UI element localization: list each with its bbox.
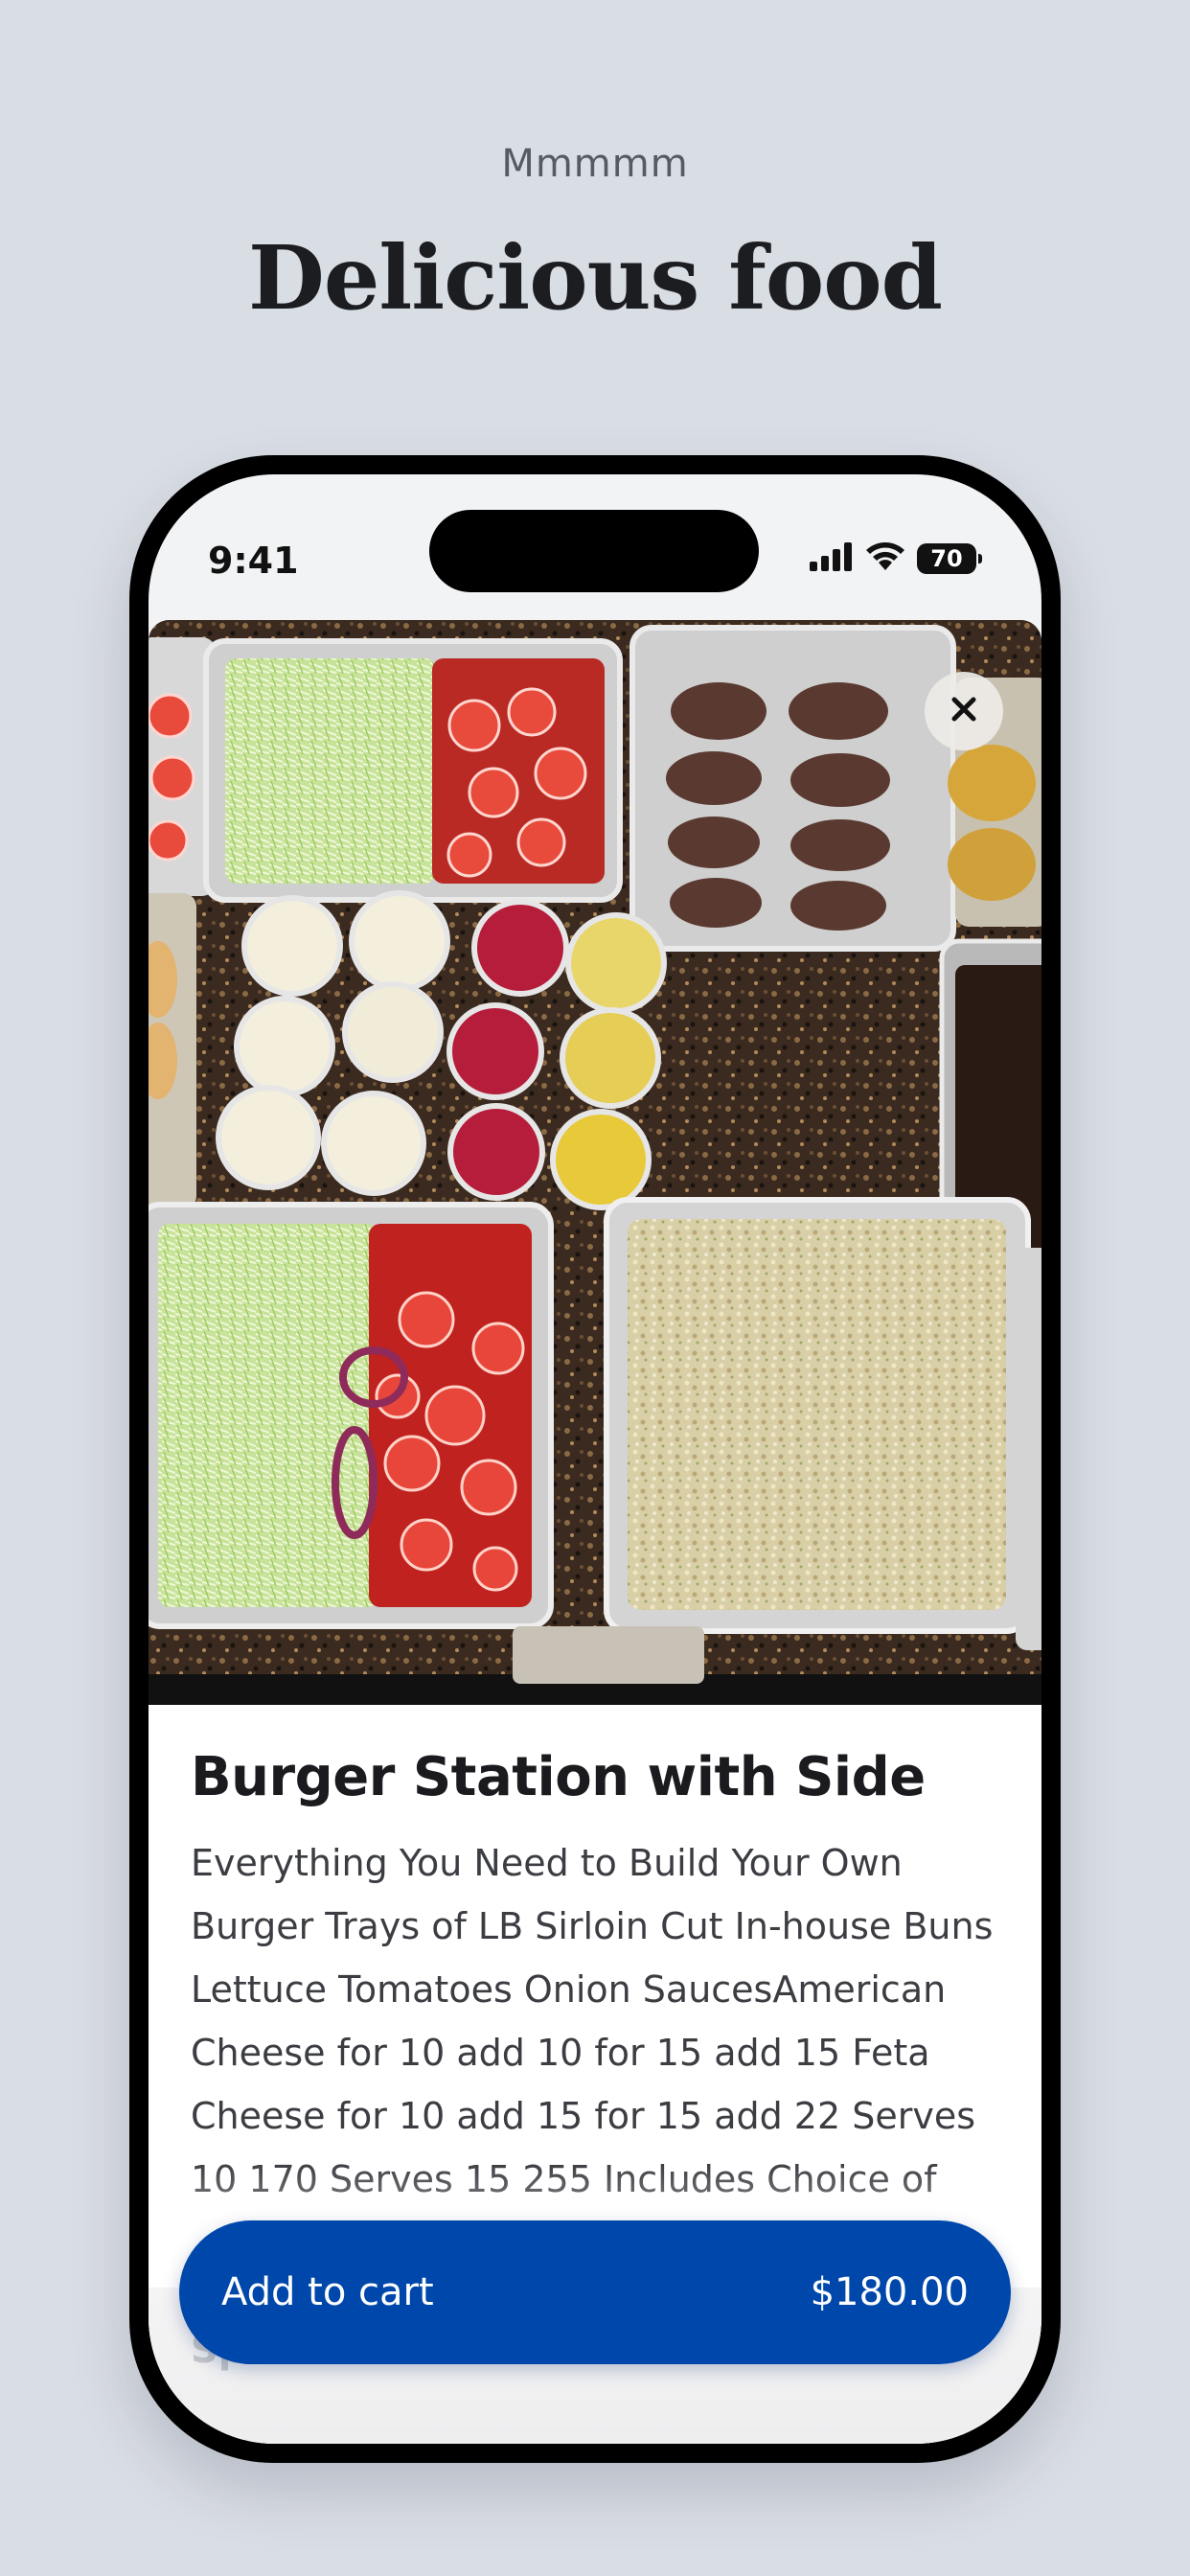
signal-icon (810, 541, 854, 576)
close-button[interactable] (925, 672, 1003, 750)
dynamic-island (429, 510, 759, 592)
phone-screen: 9:41 70 Burger Station with Side Everyth… (149, 474, 1041, 2444)
food-photo (149, 620, 1041, 1705)
phone-frame: 9:41 70 Burger Station with Side Everyth… (129, 455, 1061, 2463)
battery-icon: 70 (917, 543, 982, 574)
status-time: 9:41 (208, 540, 299, 582)
close-icon (950, 695, 978, 728)
page-eyebrow: Mmmmm (501, 142, 689, 186)
item-title: Burger Station with Side (191, 1746, 926, 1808)
add-to-cart-price: $180.00 (810, 2270, 969, 2314)
item-description: Everything You Need to Build Your Own Bu… (191, 1842, 994, 2200)
page-headline: Delicious food (248, 226, 943, 330)
wifi-icon (865, 541, 905, 576)
status-icons: 70 (810, 541, 982, 576)
item-sheet: Burger Station with Side Everything You … (149, 620, 1041, 2444)
add-to-cart-label: Add to cart (221, 2270, 434, 2314)
add-to-cart-button[interactable]: Add to cart $180.00 (179, 2220, 1011, 2364)
